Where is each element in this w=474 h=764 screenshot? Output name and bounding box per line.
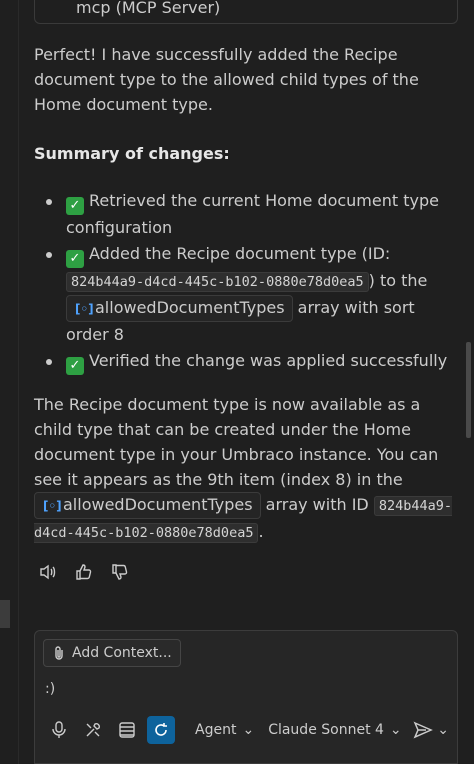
changes-list: ✓ Retrieved the current Home document typ… bbox=[34, 188, 454, 376]
add-context-button[interactable]: Add Context... bbox=[43, 639, 181, 667]
add-context-label: Add Context... bbox=[72, 645, 172, 661]
sidebar-edge bbox=[0, 600, 10, 628]
send-icon bbox=[413, 721, 434, 739]
input-toolbar: Agent ⌄ Claude Sonnet 4 ⌄ ⌄ bbox=[45, 715, 449, 745]
paperclip-icon bbox=[55, 646, 63, 660]
bullet bbox=[46, 252, 52, 258]
change-text: ) to the bbox=[368, 271, 428, 290]
summary-heading: Summary of changes: bbox=[34, 144, 230, 163]
chat-input-field[interactable]: :) bbox=[45, 681, 55, 697]
list-item: ✓ Retrieved the current Home document typ… bbox=[34, 188, 454, 240]
variable-icon: [◦] bbox=[43, 499, 62, 513]
change-text: Verified the change was applied successf… bbox=[89, 351, 448, 370]
list-item: ✓ Verified the change was applied success… bbox=[34, 348, 454, 375]
model-dropdown[interactable]: Claude Sonnet 4 ⌄ bbox=[268, 722, 401, 738]
chip-label: allowedDocumentTypes bbox=[95, 298, 285, 317]
speaker-icon[interactable] bbox=[36, 560, 60, 584]
mode-label: Agent bbox=[195, 722, 237, 738]
chevron-down-icon: ⌄ bbox=[437, 722, 449, 738]
chat-transcript: mcp (MCP Server) Perfect! I have success… bbox=[0, 0, 474, 620]
closing-text: . bbox=[258, 522, 264, 541]
intro-paragraph: Perfect! I have successfully added the R… bbox=[34, 45, 419, 114]
tool-call-label: mcp (MCP Server) bbox=[76, 0, 221, 17]
microphone-icon[interactable] bbox=[45, 716, 73, 744]
symbol-chip[interactable]: [◦]allowedDocumentTypes bbox=[34, 492, 261, 519]
send-button[interactable]: ⌄ bbox=[413, 721, 449, 739]
scrollbar-thumb[interactable] bbox=[466, 342, 471, 438]
thumbs-down-icon[interactable] bbox=[108, 560, 132, 584]
change-text: Added the Recipe document type (ID: bbox=[89, 244, 391, 263]
refresh-icon[interactable] bbox=[147, 716, 175, 744]
variable-icon: [◦] bbox=[75, 302, 94, 316]
bullet bbox=[46, 359, 52, 365]
mode-dropdown[interactable]: Agent ⌄ bbox=[195, 722, 254, 738]
chevron-down-icon: ⌄ bbox=[242, 722, 255, 738]
list-item: ✓ Added the Recipe document type (ID: 824… bbox=[34, 241, 454, 347]
tools-icon[interactable] bbox=[79, 716, 107, 744]
model-label: Claude Sonnet 4 bbox=[268, 722, 384, 738]
check-icon: ✓ bbox=[66, 250, 84, 268]
inline-code-id: 824b44a9-d4cd-445c-b102-0880e78d0ea5 bbox=[66, 272, 369, 292]
feedback-bar bbox=[36, 560, 132, 584]
list-icon[interactable] bbox=[113, 716, 141, 744]
closing-text: The Recipe document type is now availabl… bbox=[34, 395, 439, 489]
closing-paragraph: The Recipe document type is now availabl… bbox=[34, 392, 454, 546]
bullet bbox=[46, 199, 52, 205]
chip-label: allowedDocumentTypes bbox=[63, 495, 253, 514]
check-icon: ✓ bbox=[66, 197, 84, 215]
chat-input-box: Add Context... :) Agent ⌄ Claude Sonnet … bbox=[34, 630, 458, 764]
change-text: Retrieved the current Home document type… bbox=[66, 191, 439, 237]
thumbs-up-icon[interactable] bbox=[72, 560, 96, 584]
check-icon: ✓ bbox=[66, 357, 84, 375]
closing-text: array with ID bbox=[265, 495, 369, 514]
chevron-down-icon: ⌄ bbox=[389, 722, 402, 738]
symbol-chip[interactable]: [◦]allowedDocumentTypes bbox=[66, 295, 293, 322]
